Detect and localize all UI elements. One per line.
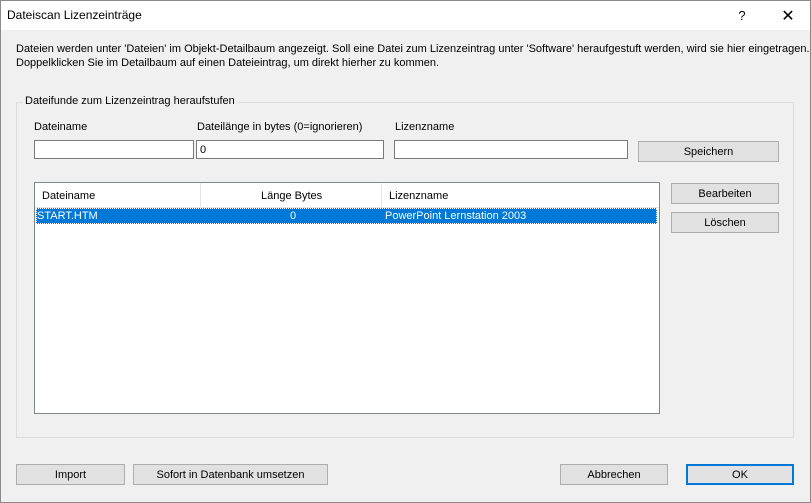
filename-label: Dateiname: [34, 121, 88, 133]
close-button[interactable]: ✕: [769, 1, 807, 30]
ok-button[interactable]: OK: [686, 464, 794, 485]
table-row[interactable]: START.HTM 0 PowerPoint Lernstation 2003: [36, 208, 657, 224]
length-input[interactable]: [196, 140, 384, 159]
license-label: Lizenzname: [395, 121, 455, 133]
column-divider[interactable]: [200, 183, 201, 207]
save-button[interactable]: Speichern: [638, 141, 779, 162]
help-button[interactable]: ?: [723, 1, 761, 30]
window-title: Dateiscan Lizenzeinträge: [7, 8, 142, 22]
description-text: Dateien werden unter 'Dateien' im Objekt…: [16, 42, 810, 70]
list-header: Dateiname Länge Bytes Lizenzname: [35, 183, 659, 208]
title-bar: Dateiscan Lizenzeinträge ? ✕: [1, 1, 810, 30]
license-input[interactable]: [394, 140, 628, 159]
question-mark-icon: ?: [738, 8, 746, 23]
cell-length: 0: [290, 210, 297, 222]
column-divider[interactable]: [381, 183, 382, 207]
import-button[interactable]: Import: [16, 464, 125, 485]
description-line-1: Dateien werden unter 'Dateien' im Objekt…: [16, 43, 810, 55]
edit-button[interactable]: Bearbeiten: [671, 183, 779, 204]
length-label: Dateilänge in bytes (0=ignorieren): [197, 121, 363, 133]
description-line-2: Doppelklicken Sie im Detailbaum auf eine…: [16, 57, 440, 69]
license-file-list[interactable]: Dateiname Länge Bytes Lizenzname START.H…: [34, 182, 660, 414]
delete-button[interactable]: Löschen: [671, 212, 779, 233]
filename-input[interactable]: [34, 140, 194, 159]
column-header-filename[interactable]: Dateiname: [42, 190, 95, 202]
cell-license: PowerPoint Lernstation 2003: [385, 210, 527, 222]
cancel-button[interactable]: Abbrechen: [560, 464, 668, 485]
cell-filename: START.HTM: [37, 210, 98, 222]
groupbox-label: Dateifunde zum Lizenzeintrag heraufstufe…: [23, 95, 237, 107]
close-icon: ✕: [781, 7, 795, 25]
column-header-length[interactable]: Länge Bytes: [261, 190, 322, 202]
apply-to-database-button[interactable]: Sofort in Datenbank umsetzen: [133, 464, 328, 485]
column-header-license[interactable]: Lizenzname: [389, 190, 448, 202]
